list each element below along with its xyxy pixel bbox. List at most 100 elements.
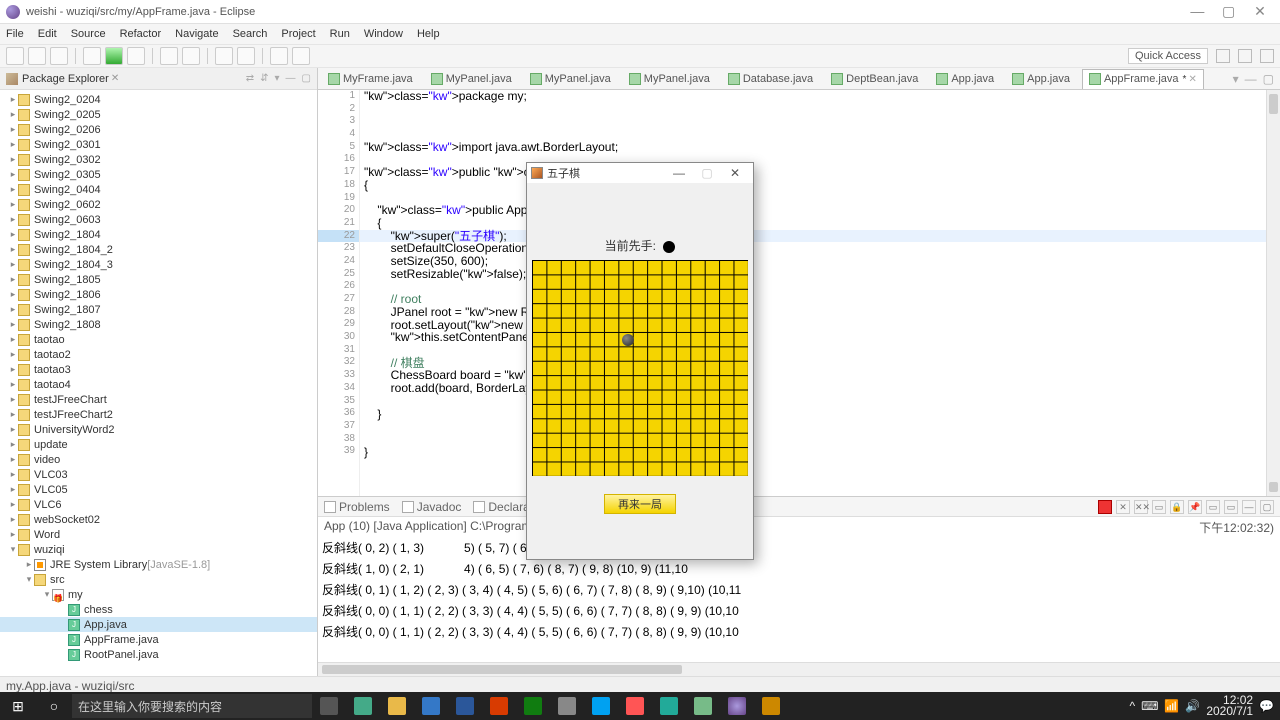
menu-refactor[interactable]: Refactor (120, 28, 162, 40)
pin-console-button[interactable]: 📌 (1188, 500, 1202, 514)
project-item[interactable]: ▸Swing2_1805 (0, 272, 317, 287)
editor-tab[interactable]: AppFrame.java✕ (1082, 69, 1204, 89)
remove-all-button[interactable]: ✕✕ (1134, 500, 1148, 514)
search-button[interactable] (237, 47, 255, 65)
console-output[interactable]: 反斜线( 0, 2) ( 1, 3) 5) ( 5, 7) ( 6, 8) ( … (318, 538, 1280, 662)
project-item[interactable]: ▸Swing2_1808 (0, 317, 317, 332)
console-max-icon[interactable]: ▢ (1260, 500, 1274, 514)
notifications-icon[interactable]: 💬 (1259, 699, 1274, 713)
project-item[interactable]: ▸testJFreeChart2 (0, 407, 317, 422)
menu-navigate[interactable]: Navigate (175, 28, 218, 40)
editor-min-icon[interactable]: — (1245, 72, 1257, 86)
gomoku-board[interactable] (532, 260, 748, 476)
show-list-icon[interactable]: ▾ (1233, 72, 1239, 86)
project-item[interactable]: ▸testJFreeChart (0, 392, 317, 407)
project-item[interactable]: ▸UniversityWord2 (0, 422, 317, 437)
project-item[interactable]: ▸taotao2 (0, 347, 317, 362)
open-type-button[interactable] (215, 47, 233, 65)
gomoku-titlebar[interactable]: 五子棋 — ▢ ✕ (527, 163, 753, 183)
tree-item[interactable]: JRootPanel.java (0, 647, 317, 662)
project-item[interactable]: ▸Swing2_1804_2 (0, 242, 317, 257)
project-item[interactable]: ▸webSocket02 (0, 512, 317, 527)
system-tray[interactable]: ^ ⌨ 📶 🔊 12:02 2020/7/1 💬 (1129, 695, 1280, 717)
clear-console-button[interactable]: ▭ (1152, 500, 1166, 514)
taskbar-app-11[interactable] (686, 692, 720, 720)
open-console-button[interactable]: ▭ (1224, 500, 1238, 514)
quick-access[interactable]: Quick Access (1128, 48, 1208, 64)
window-minimize-button[interactable]: — (1183, 3, 1211, 19)
taskbar-app-7[interactable] (550, 692, 584, 720)
menu-help[interactable]: Help (417, 28, 440, 40)
debug-button[interactable] (83, 47, 101, 65)
tree-item[interactable]: JApp.java (0, 617, 317, 632)
project-item[interactable]: ▸Swing2_0205 (0, 107, 317, 122)
tree-item[interactable]: ▾wuziqi (0, 542, 317, 557)
task-view-icon[interactable] (312, 692, 346, 720)
editor-max-icon[interactable]: ▢ (1263, 72, 1274, 86)
menu-project[interactable]: Project (281, 28, 315, 40)
project-item[interactable]: ▸Swing2_1804 (0, 227, 317, 242)
editor-scrollbar[interactable] (1266, 90, 1280, 496)
back-button[interactable] (270, 47, 288, 65)
project-item[interactable]: ▸Swing2_0305 (0, 167, 317, 182)
editor-tab[interactable]: Database.java (722, 69, 823, 89)
scroll-lock-button[interactable]: 🔒 (1170, 500, 1184, 514)
taskbar-app-3[interactable] (414, 692, 448, 720)
editor-tab[interactable]: App.java (930, 69, 1004, 89)
cortana-icon[interactable]: ○ (36, 692, 72, 720)
project-item[interactable]: ▸VLC03 (0, 467, 317, 482)
save-all-button[interactable] (50, 47, 68, 65)
menu-window[interactable]: Window (364, 28, 403, 40)
window-close-button[interactable]: ✕ (1246, 3, 1274, 20)
taskbar-app-4[interactable] (448, 692, 482, 720)
project-item[interactable]: ▸Swing2_1804_3 (0, 257, 317, 272)
code-editor[interactable]: 1234516171819202122232425262728293031323… (318, 90, 1280, 496)
project-item[interactable]: ▸Swing2_0404 (0, 182, 317, 197)
save-button[interactable] (28, 47, 46, 65)
tree-item[interactable]: ▸JRE System Library [JavaSE-1.8] (0, 557, 317, 572)
coverage-button[interactable] (127, 47, 145, 65)
project-item[interactable]: ▸taotao4 (0, 377, 317, 392)
console-hscroll[interactable] (318, 662, 1280, 676)
gomoku-min-button[interactable]: — (665, 166, 693, 180)
maximize-view-icon[interactable]: ▢ (302, 73, 311, 84)
project-tree[interactable]: ▸Swing2_0204▸Swing2_0205▸Swing2_0206▸Swi… (0, 90, 317, 676)
project-item[interactable]: ▸Swing2_0602 (0, 197, 317, 212)
view-menu-icon[interactable]: ▾ (275, 73, 280, 84)
menu-source[interactable]: Source (71, 28, 106, 40)
editor-tab[interactable]: App.java (1006, 69, 1080, 89)
taskbar-app-13[interactable] (754, 692, 788, 720)
tree-item[interactable]: Jchess (0, 602, 317, 617)
taskbar-search[interactable]: 在这里输入你要搜索的内容 (72, 694, 312, 718)
project-item[interactable]: ▸Swing2_0206 (0, 122, 317, 137)
menu-edit[interactable]: Edit (38, 28, 57, 40)
taskbar-app-6[interactable] (516, 692, 550, 720)
project-item[interactable]: ▸video (0, 452, 317, 467)
taskbar-app-9[interactable] (618, 692, 652, 720)
run-button[interactable] (105, 47, 123, 65)
project-item[interactable]: ▸Swing2_0302 (0, 152, 317, 167)
project-item[interactable]: ▸Swing2_0603 (0, 212, 317, 227)
tree-item[interactable]: ▾my (0, 587, 317, 602)
new-package-button[interactable] (160, 47, 178, 65)
taskbar-eclipse[interactable] (720, 692, 754, 720)
code-body[interactable]: "kw">class="kw">package my; "kw">class="… (360, 90, 1266, 496)
tray-keyboard-icon[interactable]: ⌨ (1141, 699, 1158, 713)
editor-tab[interactable]: MyFrame.java (322, 69, 423, 89)
tray-volume-icon[interactable]: 🔊 (1185, 699, 1200, 713)
resource-perspective-icon[interactable] (1260, 49, 1274, 63)
javadoc-tab[interactable]: Javadoc (402, 500, 462, 514)
project-item[interactable]: ▸update (0, 437, 317, 452)
java-perspective-icon[interactable] (1216, 49, 1230, 63)
console-min-icon[interactable]: — (1242, 500, 1256, 514)
gomoku-window[interactable]: 五子棋 — ▢ ✕ 当前先手: 再来一局 (526, 162, 754, 560)
menu-run[interactable]: Run (330, 28, 350, 40)
new-button[interactable] (6, 47, 24, 65)
menu-search[interactable]: Search (233, 28, 268, 40)
tray-network-icon[interactable]: 📶 (1164, 699, 1179, 713)
tray-chevron-icon[interactable]: ^ (1129, 699, 1135, 713)
project-item[interactable]: ▸taotao3 (0, 362, 317, 377)
editor-tab[interactable]: MyPanel.java (524, 69, 621, 89)
taskbar-app-5[interactable] (482, 692, 516, 720)
restart-button[interactable]: 再来一局 (604, 494, 676, 514)
